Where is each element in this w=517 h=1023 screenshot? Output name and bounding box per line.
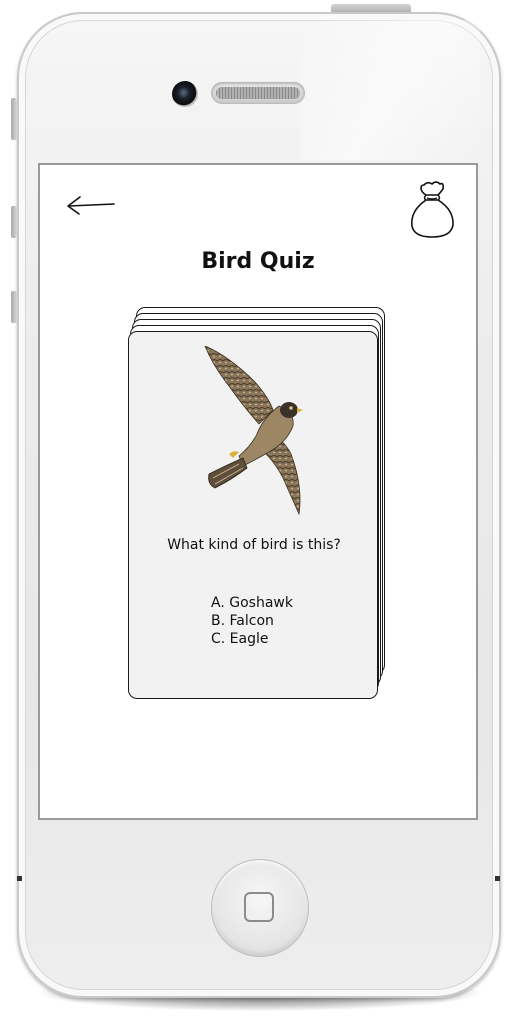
falcon-image: [204, 346, 303, 516]
answer-option-a[interactable]: A. Goshawk: [211, 594, 293, 612]
home-button[interactable]: [211, 859, 309, 957]
front-camera: [172, 81, 198, 107]
answer-option-c[interactable]: C. Eagle: [211, 630, 293, 648]
page-title: Bird Quiz: [201, 249, 315, 274]
quiz-card-stack: What kind of bird is this? A. Goshawk B.…: [128, 307, 388, 701]
volume-up-button: [11, 206, 17, 238]
earpiece-speaker: [211, 82, 305, 104]
answer-list: A. Goshawk B. Falcon C. Eagle: [211, 594, 293, 648]
home-square-icon: [244, 892, 274, 922]
mute-switch: [11, 98, 17, 140]
app-screen: Bird Quiz What kind of bird is this? A. …: [38, 163, 478, 820]
money-bag-icon[interactable]: [402, 179, 462, 243]
back-arrow-icon[interactable]: [65, 193, 117, 217]
stage: Bird Quiz What kind of bird is this? A. …: [0, 0, 517, 1023]
right-edge-mark: [495, 876, 500, 881]
answer-option-b[interactable]: B. Falcon: [211, 612, 293, 630]
quiz-question: What kind of bird is this?: [167, 537, 341, 553]
quiz-card[interactable]: What kind of bird is this? A. Goshawk B.…: [128, 331, 378, 699]
volume-down-button: [11, 291, 17, 323]
left-edge-mark: [17, 876, 22, 881]
